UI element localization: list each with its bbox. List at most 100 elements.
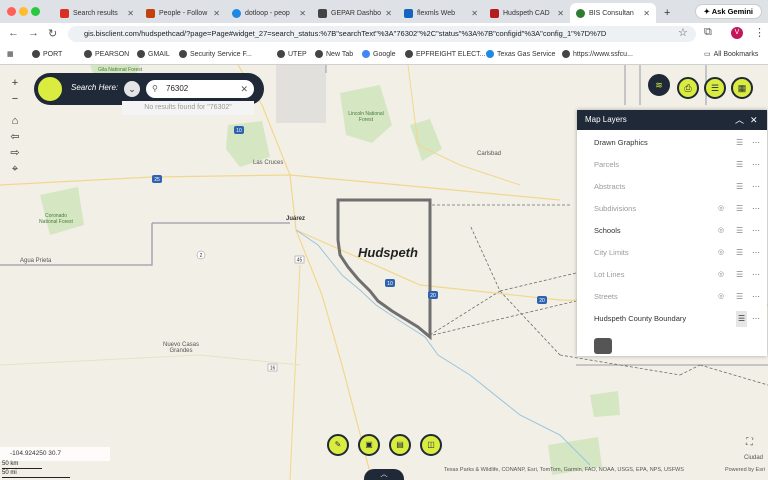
apps-icon[interactable]: ▦: [7, 50, 14, 58]
next-extent-icon[interactable]: ⇨: [6, 145, 24, 161]
tab-search-results[interactable]: Search results ✕: [54, 3, 140, 23]
expand-panel-button[interactable]: ︿: [364, 469, 404, 480]
tab-gepar[interactable]: GEPAR Dashbo ✕: [312, 3, 398, 23]
layer-abstracts[interactable]: Abstracts ☰ ⋯: [577, 179, 767, 195]
eye-off-icon[interactable]: ◎: [718, 267, 724, 283]
list-icon[interactable]: ☰: [704, 77, 726, 99]
legend-list-icon[interactable]: ☰: [736, 311, 748, 327]
bookmark-epfreight[interactable]: EPFREIGHT ELECT...: [405, 50, 486, 58]
legend-list-icon[interactable]: ☰: [736, 179, 743, 195]
close-tab-icon[interactable]: ✕: [213, 9, 220, 18]
address-bar[interactable]: gis.bisclient.com/hudspethcad/?page=Page…: [68, 26, 696, 42]
more-options-icon[interactable]: ⋯: [752, 245, 760, 261]
eye-off-icon[interactable]: ◎: [718, 201, 724, 217]
layer-streets[interactable]: Streets ◎ ☰ ⋯: [577, 289, 767, 305]
basemap-gallery-icon[interactable]: ▦: [731, 77, 753, 99]
tab-hudspeth-cad[interactable]: Hudspeth CAD ✕: [484, 3, 570, 23]
legend-list-icon[interactable]: ☰: [736, 245, 743, 261]
eye-off-icon[interactable]: ◎: [718, 289, 724, 305]
close-tab-icon[interactable]: ✕: [299, 9, 306, 18]
layer-parcels[interactable]: Parcels ☰ ⋯: [577, 157, 767, 173]
profile-avatar[interactable]: V: [731, 27, 743, 39]
database-icon[interactable]: ◫: [420, 434, 442, 456]
bookmark-star-icon[interactable]: ☆: [678, 26, 688, 39]
bookmark-ssfcu[interactable]: https://www.ssfcu...: [562, 50, 633, 58]
draw-icon[interactable]: ✎: [327, 434, 349, 456]
search-source-dropdown[interactable]: ⌄: [124, 81, 140, 97]
legend-list-icon[interactable]: ☰: [736, 289, 743, 305]
more-options-icon[interactable]: ⋯: [752, 135, 760, 151]
globe-icon: [277, 50, 285, 58]
legend-list-icon[interactable]: ☰: [736, 267, 743, 283]
close-window-button[interactable]: [7, 7, 16, 16]
bookmark-security-service[interactable]: Security Service F...: [179, 50, 252, 58]
bookmark-port[interactable]: PORT: [32, 50, 62, 58]
fullscreen-icon[interactable]: ⛶: [746, 437, 753, 448]
report-icon[interactable]: ▤: [389, 434, 411, 456]
previous-extent-icon[interactable]: ⇦: [6, 129, 24, 145]
close-icon[interactable]: ✕: [750, 110, 758, 130]
bookmark-new-tab[interactable]: New Tab: [315, 50, 353, 58]
powered-by-esri[interactable]: Powered by Esri: [725, 467, 765, 473]
locate-icon[interactable]: ⌖: [6, 161, 24, 177]
save-icon[interactable]: ▣: [358, 434, 380, 456]
collapse-icon[interactable]: ︿: [735, 110, 744, 130]
close-tab-icon[interactable]: ✕: [127, 9, 134, 18]
more-options-icon[interactable]: ⋯: [752, 223, 760, 239]
legend-list-icon[interactable]: ☰: [736, 135, 743, 151]
back-arrow-icon[interactable]: ←: [8, 27, 19, 39]
bookmark-utep[interactable]: UTEP: [277, 50, 307, 58]
zoom-out-button[interactable]: −: [6, 91, 24, 107]
close-tab-icon[interactable]: ✕: [643, 9, 650, 18]
ask-gemini-button[interactable]: ✦ Ask Gemini: [694, 4, 762, 19]
legend-swatch-icon[interactable]: [594, 338, 612, 354]
search-label: Search Here:: [71, 83, 119, 92]
tab-flexmls[interactable]: flexmls Web ✕: [398, 3, 484, 23]
legend-list-icon[interactable]: ☰: [736, 157, 743, 173]
forward-arrow-icon[interactable]: →: [28, 27, 39, 39]
maximize-window-button[interactable]: [31, 7, 40, 16]
clear-search-icon[interactable]: ✕: [240, 80, 248, 98]
map-view[interactable]: 10 25 10 20 20 45 2 16 Las Cruces Lincol…: [0, 65, 768, 480]
new-tab-button[interactable]: +: [658, 3, 674, 23]
more-options-icon[interactable]: ⋯: [752, 311, 760, 327]
more-options-icon[interactable]: ⋯: [752, 179, 760, 195]
more-options-icon[interactable]: ⋯: [752, 267, 760, 283]
close-tab-icon[interactable]: ✕: [385, 9, 392, 18]
layer-city-limits[interactable]: City Limits ◎ ☰ ⋯: [577, 245, 767, 261]
legend-list-icon[interactable]: ☰: [736, 201, 743, 217]
all-bookmarks[interactable]: ▭ All Bookmarks: [704, 50, 758, 59]
tab-bis-consultants[interactable]: BIS Consultan ✕: [570, 3, 656, 23]
map-label-agua-prieta: Agua Prieta: [20, 258, 52, 264]
legend-list-icon[interactable]: ☰: [736, 223, 743, 239]
more-options-icon[interactable]: ⋯: [752, 201, 760, 217]
zoom-in-button[interactable]: +: [6, 75, 24, 91]
bookmark-google[interactable]: Google: [362, 50, 396, 58]
menu-kebab-icon[interactable]: ⋮: [754, 26, 765, 39]
map-attribution: Texas Parks & Wildlife, CONANP, Esri, To…: [444, 467, 684, 473]
more-options-icon[interactable]: ⋯: [752, 157, 760, 173]
bookmark-gmail[interactable]: GMAIL: [137, 50, 170, 58]
tab-people[interactable]: People - Follow ✕: [140, 3, 226, 23]
map-label-carlsbad: Carlsbad: [477, 151, 502, 157]
print-icon[interactable]: ⎙: [677, 77, 699, 99]
search-input[interactable]: ⚲ 76302 ✕: [146, 80, 254, 98]
bookmark-pearson[interactable]: PEARSON: [84, 50, 129, 58]
layer-hudspeth-county-boundary[interactable]: Hudspeth County Boundary ☰ ⋯: [577, 311, 767, 327]
close-tab-icon[interactable]: ✕: [471, 9, 478, 18]
close-tab-icon[interactable]: ✕: [557, 9, 564, 18]
tab-dotloop[interactable]: dotloop - peop ✕: [226, 3, 312, 23]
eye-off-icon[interactable]: ◎: [718, 245, 724, 261]
minimize-window-button[interactable]: [19, 7, 28, 16]
more-options-icon[interactable]: ⋯: [752, 289, 760, 305]
layer-drawn-graphics[interactable]: Drawn Graphics ☰ ⋯: [577, 135, 767, 151]
reload-icon[interactable]: ↻: [48, 27, 57, 40]
layers-stack-icon[interactable]: ≋: [648, 74, 670, 96]
bookmark-texas-gas[interactable]: Texas Gas Service: [486, 50, 555, 58]
layer-subdivisions[interactable]: Subdivisions ◎ ☰ ⋯: [577, 201, 767, 217]
extensions-icon[interactable]: ⧉: [704, 26, 712, 39]
eye-off-icon[interactable]: ◎: [718, 223, 724, 239]
home-icon[interactable]: ⌂: [6, 113, 24, 129]
layer-lot-lines[interactable]: Lot Lines ◎ ☰ ⋯: [577, 267, 767, 283]
layer-schools[interactable]: Schools ◎ ☰ ⋯: [577, 223, 767, 239]
